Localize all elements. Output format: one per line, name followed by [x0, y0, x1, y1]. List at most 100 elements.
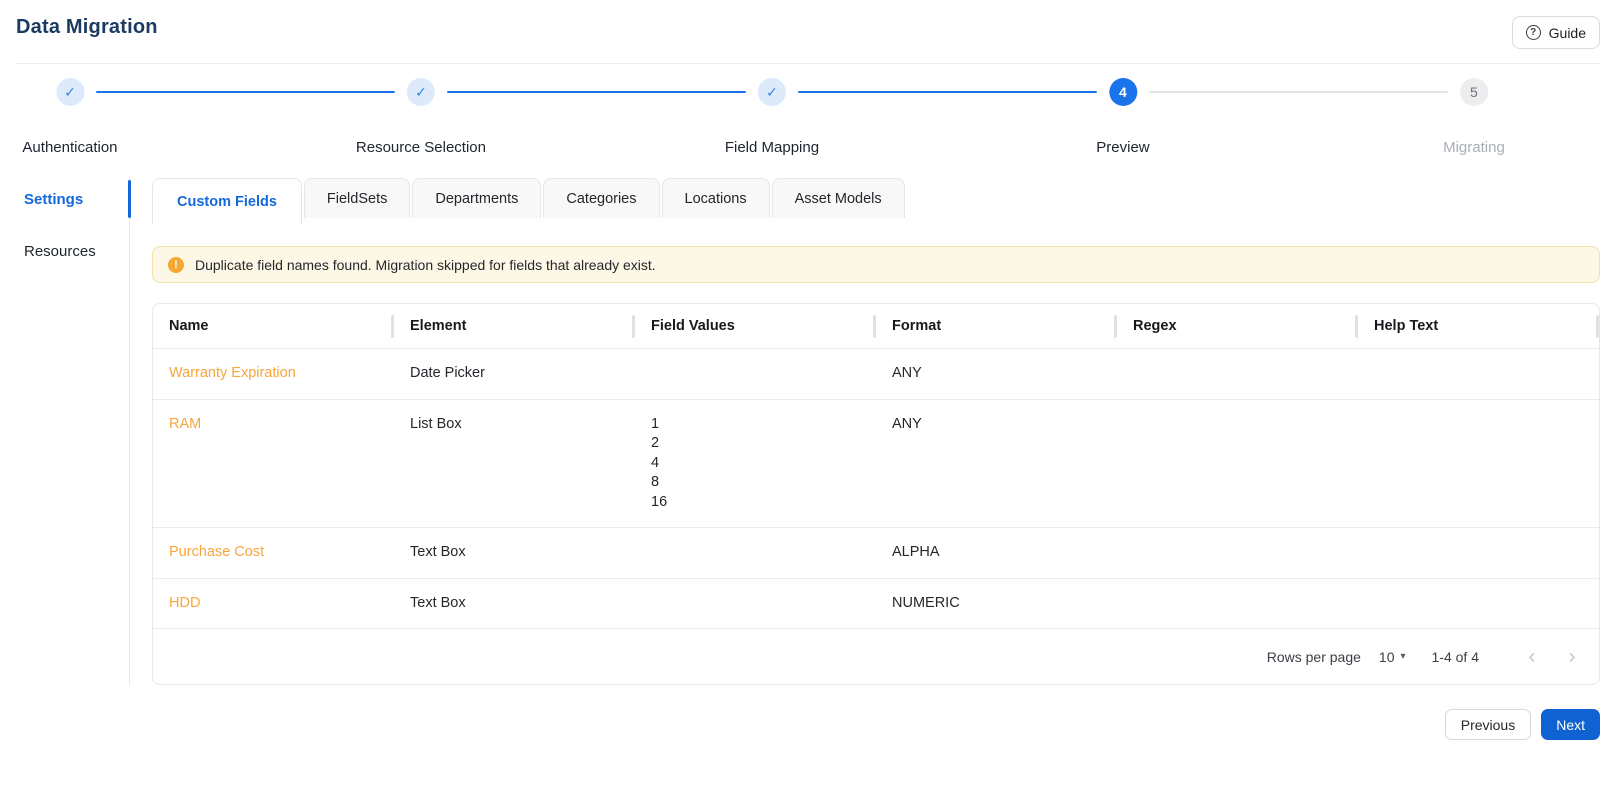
- tab-custom-fields[interactable]: Custom Fields: [152, 178, 302, 224]
- step-circle: ✓: [55, 78, 84, 106]
- step-field-mapping[interactable]: ✓ Field Mapping: [725, 78, 819, 156]
- field-name-link[interactable]: RAM: [153, 400, 394, 528]
- stepper-connector: [446, 91, 746, 93]
- tab-locations[interactable]: Locations: [661, 178, 770, 218]
- column-header-field-values: Field Values: [635, 304, 876, 348]
- step-circle: ✓: [406, 78, 435, 106]
- cell-regex: [1117, 400, 1358, 528]
- cell-field-values: [635, 349, 876, 399]
- warning-message: Duplicate field names found. Migration s…: [195, 256, 656, 273]
- cell-format: ANY: [892, 415, 922, 432]
- sidebar: Settings Resources: [0, 178, 131, 685]
- previous-button[interactable]: Previous: [1444, 709, 1532, 740]
- cell-help-text: [1358, 528, 1599, 578]
- field-name-link[interactable]: HDD: [153, 579, 394, 629]
- cell-element: Date Picker: [410, 365, 485, 381]
- content-panel: Custom Fields FieldSets Departments Cate…: [152, 178, 1600, 685]
- step-label: Authentication: [22, 139, 118, 156]
- step-circle: 5: [1459, 78, 1488, 106]
- next-page-button[interactable]: ›: [1559, 644, 1585, 670]
- warning-icon: !: [168, 256, 184, 273]
- step-authentication[interactable]: ✓ Authentication: [22, 78, 118, 156]
- cell-format: ANY: [892, 365, 922, 381]
- step-resource-selection[interactable]: ✓ Resource Selection: [356, 78, 486, 156]
- cell-format: ALPHA: [892, 544, 940, 560]
- cell-regex: [1117, 579, 1358, 629]
- custom-fields-table: Name Element Field Values Format Regex H…: [152, 303, 1600, 685]
- cell-help-text: [1358, 579, 1599, 629]
- chevron-right-icon: ›: [1568, 644, 1576, 668]
- previous-page-button[interactable]: ‹: [1519, 644, 1545, 670]
- page-header: Data Migration ? Guide: [0, 0, 1616, 49]
- tab-label: Departments: [435, 190, 519, 207]
- rows-per-page-label: Rows per page: [1266, 648, 1361, 665]
- tab-fieldsets[interactable]: FieldSets: [303, 178, 411, 218]
- table-row: Purchase Cost Text Box ALPHA: [153, 528, 1599, 579]
- cell-format: NUMERIC: [892, 594, 960, 611]
- field-name-link[interactable]: Purchase Cost: [153, 528, 394, 578]
- table-pagination: Rows per page 10 ▾ 1-4 of 4 ‹ ›: [153, 629, 1599, 684]
- sidebar-item-label: Resources: [24, 242, 96, 260]
- step-circle: ✓: [757, 78, 786, 106]
- field-name-link[interactable]: Warranty Expiration: [153, 349, 394, 399]
- column-header-name: Name: [153, 304, 394, 348]
- step-label: Preview: [1096, 139, 1150, 156]
- tab-bar: Custom Fields FieldSets Departments Cate…: [152, 178, 1600, 224]
- duplicate-warning-banner: ! Duplicate field names found. Migration…: [152, 246, 1600, 283]
- cell-field-values: [635, 528, 876, 578]
- cell-element: Text Box: [410, 594, 466, 611]
- chevron-down-icon: ▾: [1400, 651, 1406, 662]
- main-area: Settings Resources Custom Fields FieldSe…: [0, 178, 1616, 685]
- sidebar-item-resources[interactable]: Resources: [0, 230, 129, 272]
- cell-regex: [1117, 349, 1358, 399]
- data-migration-page: Data Migration ? Guide ✓ Authentication …: [0, 0, 1616, 785]
- cell-element: Text Box: [410, 544, 466, 560]
- step-migrating: 5 Migrating: [1443, 78, 1505, 156]
- page-title: Data Migration: [16, 16, 158, 38]
- column-header-format: Format: [876, 304, 1117, 348]
- sidebar-item-label: Settings: [24, 190, 84, 208]
- table-row: HDD Text Box NUMERIC: [153, 579, 1599, 629]
- column-header-help-text: Help Text: [1358, 304, 1599, 348]
- tab-departments[interactable]: Departments: [412, 178, 542, 218]
- table-row: Warranty Expiration Date Picker ANY: [153, 349, 1599, 400]
- wizard-stepper: ✓ Authentication ✓ Resource Selection ✓ …: [0, 78, 1616, 164]
- tab-label: Locations: [684, 190, 747, 207]
- stepper-connector: [95, 91, 395, 93]
- next-button[interactable]: Next: [1541, 709, 1600, 740]
- rows-per-page-value: 10: [1378, 648, 1395, 665]
- stepper-connector: [1148, 91, 1448, 93]
- column-header-regex: Regex: [1117, 304, 1358, 348]
- wizard-footer: Previous Next: [0, 709, 1600, 740]
- step-preview[interactable]: 4 Preview: [1096, 78, 1150, 156]
- column-header-element: Element: [394, 304, 635, 348]
- cell-element: List Box: [410, 415, 462, 432]
- step-number: 4: [1119, 84, 1127, 100]
- check-icon: ✓: [64, 83, 76, 100]
- cell-regex: [1117, 528, 1358, 578]
- step-label: Migrating: [1443, 139, 1505, 156]
- step-circle: 4: [1108, 78, 1137, 106]
- stepper-connector: [797, 91, 1097, 93]
- table-row: RAM List Box 1 2 4 8 16 ANY: [153, 400, 1599, 528]
- tab-label: Categories: [566, 190, 637, 207]
- guide-button[interactable]: ? Guide: [1511, 16, 1600, 49]
- header-divider: [16, 63, 1600, 64]
- pagination-range: 1-4 of 4: [1431, 648, 1479, 665]
- tab-categories[interactable]: Categories: [543, 178, 660, 218]
- tab-label: Asset Models: [794, 190, 882, 207]
- cell-help-text: [1358, 349, 1599, 399]
- help-circle-icon: ?: [1525, 25, 1541, 40]
- cell-field-values: 1 2 4 8 16: [651, 415, 668, 510]
- tab-asset-models[interactable]: Asset Models: [771, 178, 905, 218]
- check-icon: ✓: [415, 83, 427, 100]
- tab-label: Custom Fields: [177, 193, 277, 210]
- cell-help-text: [1358, 400, 1599, 528]
- tab-label: FieldSets: [326, 190, 388, 207]
- table-header-row: Name Element Field Values Format Regex H…: [153, 304, 1599, 349]
- rows-per-page-select[interactable]: 10 ▾: [1379, 649, 1406, 665]
- cell-field-values: [635, 579, 876, 629]
- chevron-left-icon: ‹: [1528, 644, 1536, 668]
- sidebar-item-settings[interactable]: Settings: [0, 178, 131, 220]
- guide-button-label: Guide: [1548, 24, 1586, 41]
